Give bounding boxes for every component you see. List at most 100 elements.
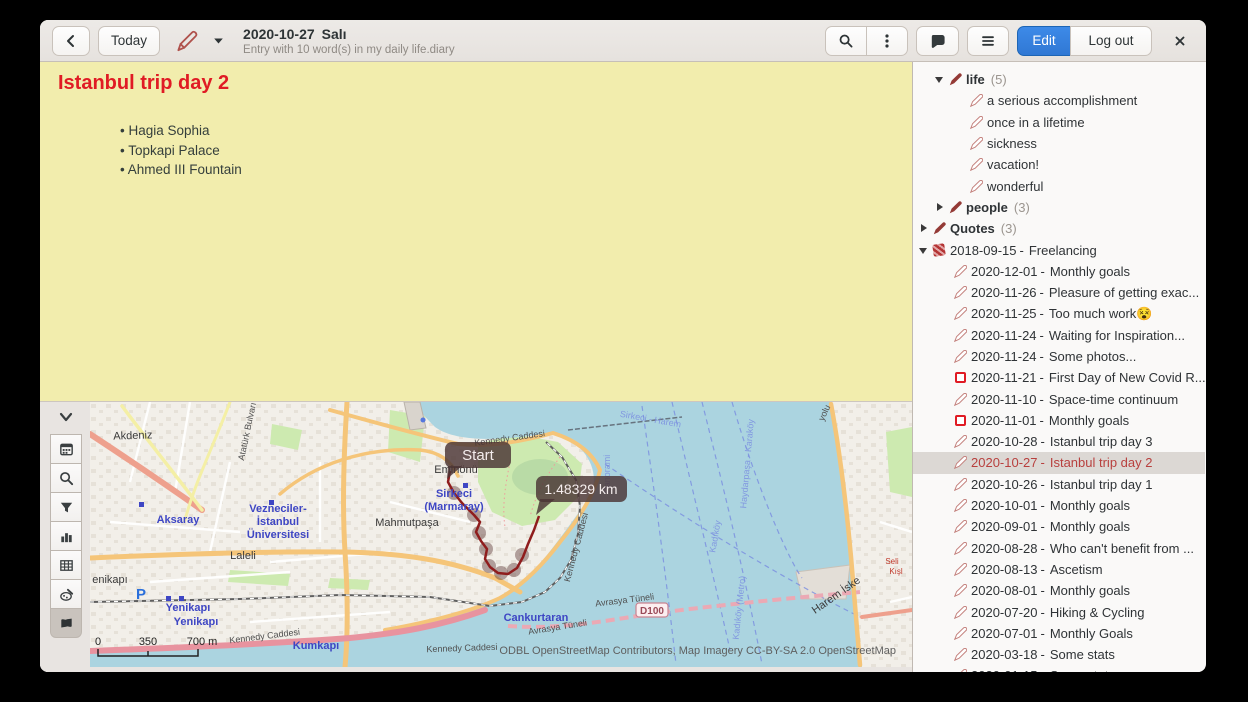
sidebar-row-2020-10-27[interactable]: 2020-10-27-Istanbul trip day 2 xyxy=(913,452,1205,473)
chart-icon xyxy=(58,528,75,545)
sidebar-row-2020-07-01[interactable]: 2020-07-01-Monthly Goals xyxy=(913,623,1205,644)
todo-icon xyxy=(955,372,966,383)
svg-text:350: 350 xyxy=(139,636,157,648)
map-label: enikapı xyxy=(92,574,127,586)
more-options-button[interactable] xyxy=(866,26,908,56)
map-label: Üniversitesi xyxy=(247,528,309,541)
map-label: Vezneciler- xyxy=(249,503,307,515)
sidebar-item-label: people xyxy=(966,200,1008,215)
map-view-button[interactable] xyxy=(50,608,82,638)
sidebar-row-2020-01-15[interactable]: 2020-01-15-Some stats xyxy=(913,665,1205,672)
sidebar-entry-date: 2020-08-01 xyxy=(971,583,1038,598)
tag-panel-button[interactable] xyxy=(916,26,959,56)
search-button[interactable] xyxy=(825,26,867,56)
map-label: (Marmaray) xyxy=(424,501,484,513)
pencil-icon xyxy=(954,393,967,406)
sidebar-entry-date: 2020-11-24 xyxy=(971,328,1037,343)
sidebar-row-2020-08-28[interactable]: 2020-08-28-Who can't benefit from ... xyxy=(913,538,1205,559)
sidebar-entry-date: 2020-11-25 xyxy=(971,306,1037,321)
sidebar-row-2020-11-24[interactable]: 2020-11-24-Some photos... xyxy=(913,346,1205,367)
pencil-icon xyxy=(954,669,967,672)
entry-pencil-button[interactable] xyxy=(168,26,206,56)
sidebar-entry-title: Waiting for Inspiration... xyxy=(1049,328,1185,343)
svg-text:D100: D100 xyxy=(640,606,664,617)
sidebar-entry-date: 2020-11-10 xyxy=(971,392,1037,407)
edit-button[interactable]: Edit xyxy=(1017,26,1071,56)
sidebar-row-wonderful[interactable]: wonderful xyxy=(913,175,1205,196)
pencil-icon xyxy=(954,499,967,512)
search-view-button[interactable] xyxy=(50,463,82,493)
header-bar: Today 2020-10-27Salı Entry with 10 word(… xyxy=(40,20,1206,62)
desktop-background: Today 2020-10-27Salı Entry with 10 word(… xyxy=(0,0,1248,702)
map-label: P xyxy=(136,586,146,603)
sidebar-row-life[interactable]: life(5) xyxy=(913,69,1205,90)
back-button[interactable] xyxy=(52,26,90,56)
chart-view-button[interactable] xyxy=(50,521,82,551)
pencil-icon xyxy=(954,648,967,661)
openstreetmap-map: D100 AkdenizAtatürk BulvarıAksarayVeznec… xyxy=(90,402,912,667)
svg-text:0: 0 xyxy=(95,636,101,648)
sidebar-row-once-in-a-lifetime[interactable]: once in a lifetime xyxy=(913,112,1205,133)
expander-icon[interactable] xyxy=(918,245,929,256)
sidebar-row-2020-09-01[interactable]: 2020-09-01-Monthly goals xyxy=(913,516,1205,537)
expander-icon[interactable] xyxy=(918,223,929,234)
entry-dropdown-button[interactable] xyxy=(206,26,231,56)
pencil-icon xyxy=(954,307,967,320)
chapter-icon xyxy=(932,243,946,257)
map-icon xyxy=(58,615,75,632)
map-canvas[interactable]: D100 AkdenizAtatürk BulvarıAksarayVeznec… xyxy=(90,402,912,667)
sidebar-entry-date: 2020-10-26 xyxy=(971,477,1038,492)
expander-icon[interactable] xyxy=(934,74,945,85)
pencil-icon xyxy=(954,286,967,299)
table-icon xyxy=(58,557,75,574)
sidebar-entry-title: Space-time continuum xyxy=(1049,392,1178,407)
sidebar-row-2020-08-13[interactable]: 2020-08-13-Ascetism xyxy=(913,559,1205,580)
theme-view-button[interactable] xyxy=(50,579,82,609)
palette-icon xyxy=(58,586,75,603)
filter-view-button[interactable] xyxy=(50,492,82,522)
pencil-icon xyxy=(954,520,967,533)
sidebar-entry-title: Monthly goals xyxy=(1050,519,1130,534)
table-view-button[interactable] xyxy=(50,550,82,580)
sidebar-row-2020-10-26[interactable]: 2020-10-26-Istanbul trip day 1 xyxy=(913,474,1205,495)
sidebar-row-2020-11-10[interactable]: 2020-11-10-Space-time continuum xyxy=(913,388,1205,409)
logout-button[interactable]: Log out xyxy=(1070,26,1152,56)
entry-text-view[interactable]: Istanbul trip day 2 Hagia SophiaTopkapi … xyxy=(40,62,912,402)
sidebar-row-2020-11-26[interactable]: 2020-11-26-Pleasure of getting exac... xyxy=(913,282,1205,303)
sidebar-item-count: (3) xyxy=(1001,221,1017,236)
sidebar-row-2020-11-01[interactable]: 2020-11-01-Monthly goals xyxy=(913,410,1205,431)
sidebar-row-2020-11-21[interactable]: 2020-11-21-First Day of New Covid R... xyxy=(913,367,1205,388)
dropdown-icon xyxy=(213,37,224,45)
collapse-panel-button[interactable] xyxy=(51,406,81,428)
sidebar-entry-date: 2020-12-01 xyxy=(971,264,1038,279)
sidebar-row-2020-11-25[interactable]: 2020-11-25-Too much work😵 xyxy=(913,303,1205,324)
pencil-icon xyxy=(954,350,967,363)
expander-icon[interactable] xyxy=(934,202,945,213)
sidebar-entry-title: Monthly Goals xyxy=(1050,626,1133,641)
sidebar-row-sickness[interactable]: sickness xyxy=(913,133,1205,154)
diary-elements-sidebar: life(5) a serious accomplishment once in… xyxy=(913,62,1205,672)
sidebar-row-2020-07-20[interactable]: 2020-07-20-Hiking & Cycling xyxy=(913,601,1205,622)
map-label: Akdeniz xyxy=(113,429,153,442)
map-label: Yenikapı xyxy=(166,602,211,614)
pencil-icon xyxy=(970,137,983,150)
sidebar-row-2020-03-18[interactable]: 2020-03-18-Some stats xyxy=(913,644,1205,665)
sidebar-entry-title: Pleasure of getting exac... xyxy=(1049,285,1199,300)
sidebar-row-2020-10-01[interactable]: 2020-10-01-Monthly goals xyxy=(913,495,1205,516)
sidebar-entry-title: Monthly goals xyxy=(1050,498,1130,513)
sidebar-row-2020-12-01[interactable]: 2020-12-01-Monthly goals xyxy=(913,261,1205,282)
sidebar-row-2020-08-01[interactable]: 2020-08-01-Monthly goals xyxy=(913,580,1205,601)
close-window-button[interactable] xyxy=(1166,26,1194,56)
sidebar-entry-date: 2020-11-26 xyxy=(971,285,1037,300)
sidebar-row-Quotes[interactable]: Quotes(3) xyxy=(913,218,1205,239)
calendar-view-button[interactable] xyxy=(50,434,82,464)
sidebar-row-vacation![interactable]: vacation! xyxy=(913,154,1205,175)
todo-icon xyxy=(955,415,966,426)
today-button[interactable]: Today xyxy=(98,26,160,56)
sidebar-row-people[interactable]: people(3) xyxy=(913,197,1205,218)
sidebar-row-2018-09-15[interactable]: 2018-09-15-Freelancing xyxy=(913,239,1205,260)
sidebar-row-a-serious-accomplishment[interactable]: a serious accomplishment xyxy=(913,90,1205,111)
sidebar-row-2020-10-28[interactable]: 2020-10-28-Istanbul trip day 3 xyxy=(913,431,1205,452)
sidebar-row-2020-11-24[interactable]: 2020-11-24-Waiting for Inspiration... xyxy=(913,325,1205,346)
main-menu-button[interactable] xyxy=(967,26,1009,56)
